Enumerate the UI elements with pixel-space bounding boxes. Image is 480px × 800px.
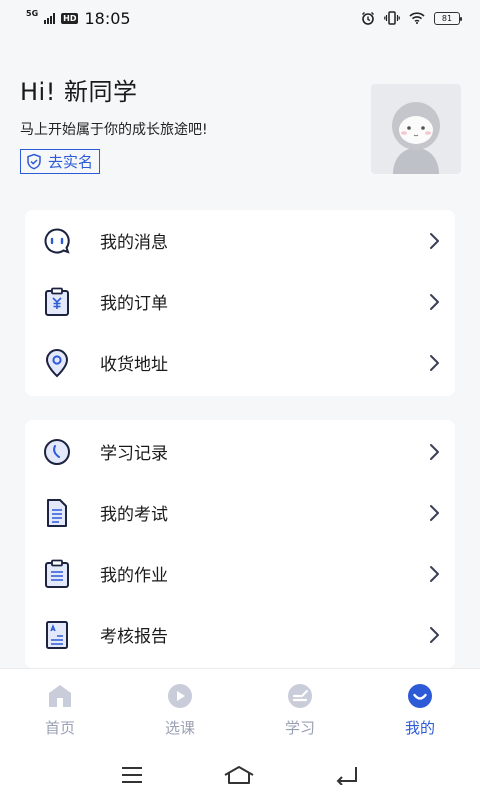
tab-label: 学习 xyxy=(284,719,315,737)
menu-item-messages[interactable]: 我的消息 xyxy=(25,210,455,271)
network-type: 5G xyxy=(26,9,39,18)
menu-label: 我的作业 xyxy=(100,566,168,586)
play-icon xyxy=(168,684,192,708)
chevron-right-icon xyxy=(430,443,439,460)
bottom-tab-bar: 首页 选课 学习 我的 xyxy=(0,668,480,750)
report-icon xyxy=(43,620,71,650)
tab-label: 首页 xyxy=(44,719,75,737)
verify-realname-label: 去实名 xyxy=(48,153,94,171)
order-icon xyxy=(43,287,71,317)
alarm-icon xyxy=(362,12,374,25)
shield-check-icon xyxy=(27,153,41,170)
vibrate-icon xyxy=(384,11,400,25)
menu-item-homework[interactable]: 我的作业 xyxy=(25,543,455,604)
menu-item-assessment-report[interactable]: 考核报告 xyxy=(25,604,455,665)
menu-card-account: 我的消息 我的订单 收货地址 xyxy=(25,210,455,396)
message-icon xyxy=(43,226,71,256)
profile-icon xyxy=(408,684,432,708)
menu-item-address[interactable]: 收货地址 xyxy=(25,332,455,393)
menu-label: 考核报告 xyxy=(100,627,168,647)
clock-icon xyxy=(43,437,71,467)
tab-label: 我的 xyxy=(404,719,435,737)
verify-realname-button[interactable]: 去实名 xyxy=(20,149,101,174)
menu-item-exams[interactable]: 我的考试 xyxy=(25,482,455,543)
battery-icon: 81 xyxy=(434,11,462,25)
tab-courses[interactable]: 选课 xyxy=(120,669,240,750)
signal-icon xyxy=(44,12,56,24)
status-time: 18:05 xyxy=(84,8,131,28)
menu-card-study: 学习记录 我的考试 我的作业 考核报告 xyxy=(25,420,455,668)
tab-mine[interactable]: 我的 xyxy=(360,669,480,750)
chevron-right-icon xyxy=(430,354,439,371)
menu-item-study-record[interactable]: 学习记录 xyxy=(25,421,455,482)
study-icon xyxy=(288,684,312,708)
menu-item-orders[interactable]: 我的订单 xyxy=(25,271,455,332)
home-nav-icon[interactable] xyxy=(223,765,255,785)
greeting-title: Hi! 新同学 xyxy=(20,78,138,106)
menu-label: 学习记录 xyxy=(100,444,168,464)
chevron-right-icon xyxy=(430,504,439,521)
wifi-icon xyxy=(409,12,425,24)
menu-label: 我的订单 xyxy=(100,294,168,314)
hd-badge: HD xyxy=(61,12,79,24)
tab-home[interactable]: 首页 xyxy=(0,669,120,750)
system-nav-bar xyxy=(0,750,480,800)
exam-icon xyxy=(43,498,71,528)
status-bar: 5G HD 18:05 81 xyxy=(0,0,480,36)
profile-header: Hi! 新同学 马上开始属于你的成长旅途吧! 去实名 xyxy=(20,72,208,174)
menu-label: 我的考试 xyxy=(100,505,168,525)
chevron-right-icon xyxy=(430,293,439,310)
back-icon[interactable] xyxy=(334,765,360,785)
tab-label: 选课 xyxy=(164,719,195,737)
home-icon xyxy=(49,685,71,707)
chevron-right-icon xyxy=(430,565,439,582)
location-icon xyxy=(43,348,71,378)
homework-icon xyxy=(43,559,71,589)
greeting-subtitle: 马上开始属于你的成长旅途吧! xyxy=(20,122,208,138)
chevron-right-icon xyxy=(430,232,439,249)
default-avatar-icon xyxy=(392,102,440,174)
menu-label: 收货地址 xyxy=(100,355,168,375)
tab-study[interactable]: 学习 xyxy=(240,669,360,750)
menu-label: 我的消息 xyxy=(100,233,168,253)
chevron-right-icon xyxy=(430,626,439,643)
menu-icon[interactable] xyxy=(120,766,144,784)
avatar[interactable] xyxy=(371,84,461,174)
